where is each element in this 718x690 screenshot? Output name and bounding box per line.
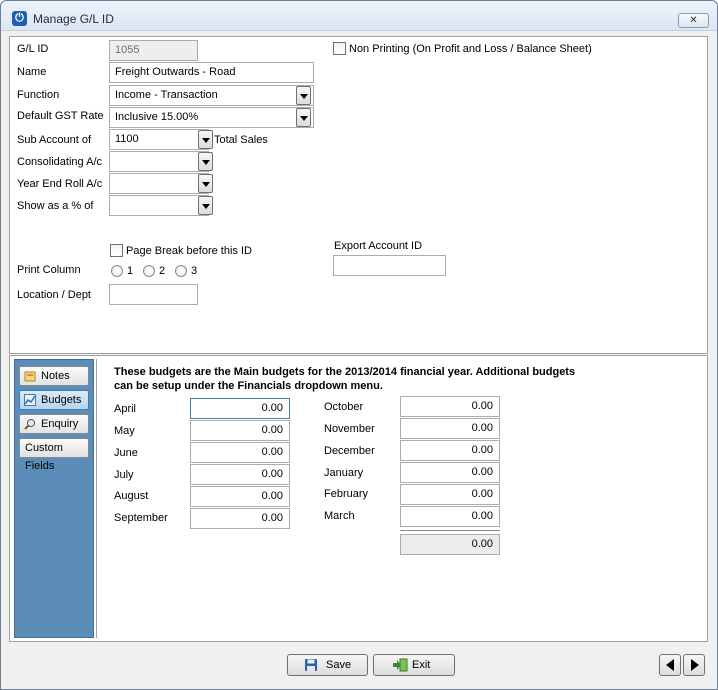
name-label: Name [17,66,47,78]
location-field[interactable] [109,284,198,305]
print-column-label: Print Column [17,264,81,276]
month-label-february: February [324,488,369,500]
month-label-july: July [114,469,134,481]
function-select[interactable]: Income - Transaction [109,85,314,106]
location-label: Location / Dept [17,289,91,301]
panel-divider [96,359,97,638]
non-printing-checkbox[interactable] [333,42,346,55]
arrow-left-icon [666,659,674,671]
save-button[interactable]: Save [287,654,368,676]
month-label-december: December [324,445,375,457]
budget-field-july[interactable]: 0.00 [190,464,290,485]
month-label-september: September [114,512,168,524]
budget-total-field: 0.00 [400,534,500,555]
budgets-icon [24,394,36,406]
title-bar: ⏻ Manage G/L ID ✕ [1,1,717,31]
budget-field-april[interactable]: 0.00 [190,398,290,419]
budget-field-november[interactable]: 0.00 [400,418,500,439]
budget-field-may[interactable]: 0.00 [190,420,290,441]
notes-icon [24,371,36,382]
page-break-label: Page Break before this ID [126,245,252,257]
sub-account-label: Sub Account of [17,134,91,146]
budgets-label: Budgets [41,394,82,406]
enquiry-button[interactable]: Enquiry [19,414,89,434]
app-power-icon: ⏻ [12,11,27,26]
total-separator [400,530,500,531]
show-as-percent-label: Show as a % of [17,200,94,212]
budget-field-december[interactable]: 0.00 [400,440,500,461]
next-record-button[interactable] [683,654,705,676]
function-label: Function [17,89,60,101]
exit-door-icon [393,658,408,672]
print-column-radio-3[interactable] [175,265,187,277]
gl-id-label: G/L ID [17,43,49,55]
year-end-roll-label: Year End Roll A/c [17,178,103,190]
month-label-june: June [114,447,138,459]
show-as-percent-dropdown-icon[interactable] [198,196,213,215]
close-button[interactable]: ✕ [678,13,709,28]
gst-rate-dropdown-icon[interactable] [296,108,311,127]
arrow-right-icon [691,659,699,671]
month-label-august: August [114,490,149,502]
custom-fields-label: Custom Fields [25,442,63,472]
year-end-roll-select[interactable] [109,173,209,194]
custom-fields-button[interactable]: Custom Fields [19,438,89,472]
export-account-field[interactable] [333,255,446,276]
month-label-april: April [114,403,137,415]
print-column-option-2: 2 [159,265,166,277]
notes-button[interactable]: Notes [19,366,89,386]
month-label-october: October [324,401,364,413]
window-title: Manage G/L ID [33,12,114,26]
budgets-note: These budgets are the Main budgets for t… [114,365,614,393]
budget-field-january[interactable]: 0.00 [400,462,500,483]
month-label-january: January [324,467,364,479]
print-column-option-3: 3 [191,265,198,277]
exit-label: Exit [412,659,431,671]
notes-label: Notes [41,370,70,382]
budget-field-september[interactable]: 0.00 [190,508,290,529]
function-dropdown-icon[interactable] [296,86,311,105]
sub-account-description: Total Sales [214,134,268,146]
non-printing-label: Non Printing (On Profit and Loss / Balan… [349,43,592,55]
side-tab-bar: Notes Budgets Enquiry Custom Fields [14,359,94,638]
print-column-radio-1[interactable] [111,265,123,277]
consolidating-label: Consolidating A/c [17,156,102,168]
month-label-may: May [114,425,135,437]
enquiry-label: Enquiry [41,418,79,430]
budget-field-august[interactable]: 0.00 [190,486,290,507]
page-break-checkbox[interactable] [110,244,123,257]
year-end-roll-dropdown-icon[interactable] [198,174,213,193]
budgets-note-line-2: can be setup under the Financials dropdo… [114,380,383,392]
export-account-label: Export Account ID [334,240,423,252]
floppy-disk-icon [305,659,317,671]
budget-field-february[interactable]: 0.00 [400,484,500,505]
gl-id-field: 1055 [109,40,198,61]
month-label-november: November [324,423,375,435]
month-label-march: March [324,510,355,522]
exit-button[interactable]: Exit [373,654,455,676]
sub-account-dropdown-icon[interactable] [198,130,213,149]
consolidating-dropdown-icon[interactable] [198,152,213,171]
consolidating-select[interactable] [109,151,209,172]
gst-rate-select[interactable]: Inclusive 15.00% [109,107,314,128]
budgets-button[interactable]: Budgets [19,390,89,410]
save-label: Save [326,659,352,671]
sub-account-select[interactable]: 1100 [109,129,209,150]
magnifier-icon [24,419,35,430]
gst-rate-label: Default GST Rate [17,110,104,122]
previous-record-button[interactable] [659,654,681,676]
budgets-note-line-1: These budgets are the Main budgets for t… [114,366,576,378]
name-field[interactable]: Freight Outwards - Road [109,62,314,83]
show-as-percent-select[interactable] [109,195,209,216]
budget-field-october[interactable]: 0.00 [400,396,500,417]
print-column-option-1: 1 [127,265,134,277]
budget-field-march[interactable]: 0.00 [400,506,500,527]
print-column-radio-2[interactable] [143,265,155,277]
budget-field-june[interactable]: 0.00 [190,442,290,463]
